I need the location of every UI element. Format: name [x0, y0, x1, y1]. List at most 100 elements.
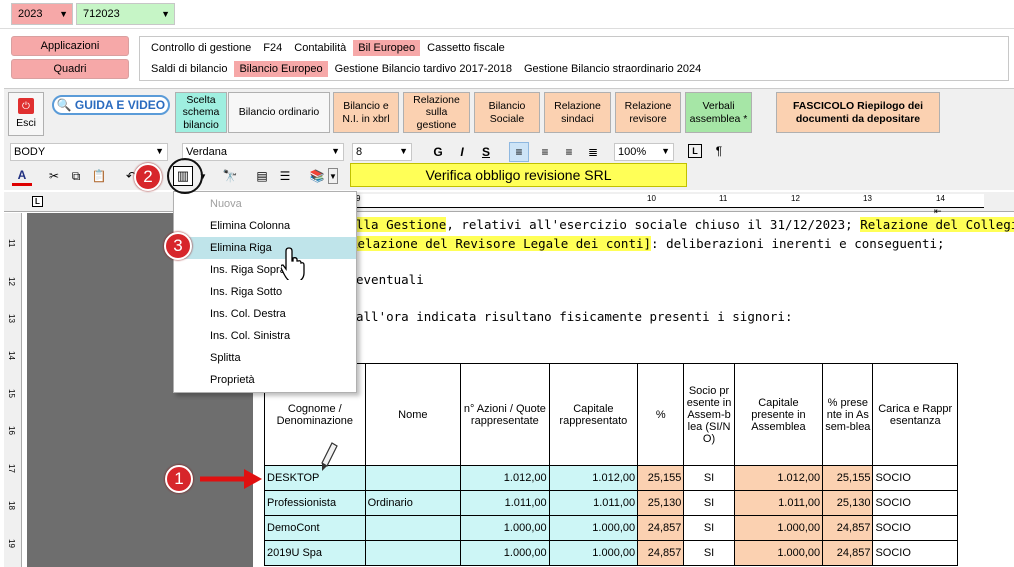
- align-right-icon[interactable]: ≡: [559, 142, 579, 162]
- guida-video-button[interactable]: 🔍 GUIDA E VIDEO: [52, 95, 170, 115]
- menu-item-ins-riga-sopra[interactable]: Ins. Riga Sopra: [174, 259, 356, 281]
- relazione-sindaci-button[interactable]: Relazione sindaci: [544, 92, 611, 133]
- cell-socio-presente[interactable]: SI: [683, 490, 735, 516]
- menu-item-elimina-colonna[interactable]: Elimina Colonna: [174, 215, 356, 237]
- cell-azioni[interactable]: 1.000,00: [460, 540, 550, 566]
- th-percent-presente: % presente in Assem-blea: [822, 363, 874, 466]
- cell-percent-presente[interactable]: 24,857: [822, 515, 874, 541]
- menu-item-proprieta[interactable]: Proprietà: [174, 369, 356, 391]
- cell-percent[interactable]: 24,857: [637, 515, 685, 541]
- cell-capitale[interactable]: 1.012,00: [548, 465, 639, 491]
- cell-nome[interactable]: [364, 465, 462, 491]
- bilancio-sociale-button[interactable]: Bilancio Sociale: [474, 92, 540, 133]
- cell-nome[interactable]: [364, 515, 462, 541]
- cell-capitale[interactable]: 1.000,00: [548, 515, 639, 541]
- font-combo[interactable]: Verdana ▼: [182, 143, 344, 161]
- code-select[interactable]: 712023 ▼: [76, 3, 175, 25]
- menu-cassetto-fiscale[interactable]: Cassetto fiscale: [422, 40, 510, 56]
- cell-percent-presente[interactable]: 25,155: [822, 465, 874, 491]
- verifica-revisione-button[interactable]: Verifica obbligo revisione SRL: [350, 163, 687, 187]
- bold-button[interactable]: G: [429, 143, 447, 161]
- pilcrow-icon[interactable]: ¶: [710, 142, 728, 160]
- cell-carica[interactable]: SOCIO: [872, 515, 958, 541]
- list-icon[interactable]: ☰: [275, 166, 295, 186]
- menu-contabilita[interactable]: Contabilità: [289, 40, 351, 56]
- fascicolo-button[interactable]: FASCICOLO Riepilogo dei documenti da dep…: [776, 92, 940, 133]
- cell-nome[interactable]: [364, 540, 462, 566]
- cell-capitale-presente[interactable]: 1.012,00: [733, 465, 824, 491]
- bilancio-ni-button[interactable]: Bilancio e N.I. in xbrl: [333, 92, 399, 133]
- copy-icon[interactable]: ⧉: [66, 166, 86, 186]
- relazione-gestione-button[interactable]: Relazione sulla gestione: [403, 92, 470, 133]
- font-color-icon[interactable]: A: [12, 166, 32, 186]
- ruler-tab-icon[interactable]: L: [32, 196, 43, 207]
- cell-azioni[interactable]: 1.000,00: [460, 515, 550, 541]
- menu-bilancio-tardivo[interactable]: Gestione Bilancio tardivo 2017-2018: [330, 61, 517, 77]
- italic-button[interactable]: I: [453, 143, 471, 161]
- table-row[interactable]: 2019U Spa 1.000,00 1.000,00 24,857 SI 1.…: [264, 540, 958, 566]
- cell-percent[interactable]: 25,155: [637, 465, 685, 491]
- cell-socio-presente[interactable]: SI: [683, 515, 735, 541]
- find-icon[interactable]: 🔭: [220, 166, 240, 186]
- applicazioni-button[interactable]: Applicazioni: [11, 36, 129, 56]
- relazione-revisore-button[interactable]: Relazione revisore: [615, 92, 681, 133]
- cell-percent-presente[interactable]: 25,130: [822, 490, 874, 516]
- cell-socio-presente[interactable]: SI: [683, 465, 735, 491]
- align-center-icon[interactable]: ≡: [535, 142, 555, 162]
- chevron-down-icon: ▼: [155, 146, 164, 156]
- cell-cognome[interactable]: Professionista: [264, 490, 366, 516]
- cell-capitale[interactable]: 1.000,00: [548, 540, 639, 566]
- cell-capitale[interactable]: 1.011,00: [548, 490, 639, 516]
- bilancio-ordinario-button[interactable]: Bilancio ordinario: [228, 92, 330, 133]
- cell-carica[interactable]: SOCIO: [872, 540, 958, 566]
- cell-cognome[interactable]: DESKTOP: [264, 465, 366, 491]
- cell-cognome[interactable]: 2019U Spa: [264, 540, 366, 566]
- zoom-combo[interactable]: 100% ▼: [614, 143, 674, 161]
- table-row[interactable]: Professionista Ordinario 1.011,00 1.011,…: [264, 490, 958, 516]
- size-combo[interactable]: 8 ▼: [352, 143, 412, 161]
- cell-nome[interactable]: Ordinario: [364, 490, 462, 516]
- cell-socio-presente[interactable]: SI: [683, 540, 735, 566]
- menu-bilancio-europeo[interactable]: Bilancio Europeo: [234, 60, 328, 77]
- paste-icon[interactable]: 📋: [89, 166, 109, 186]
- quadri-button[interactable]: Quadri: [11, 59, 129, 79]
- underline-button[interactable]: S: [477, 143, 495, 161]
- align-justify-icon[interactable]: ≣: [583, 142, 603, 162]
- cell-capitale-presente[interactable]: 1.000,00: [733, 515, 824, 541]
- menu-bilancio-straordinario[interactable]: Gestione Bilancio straordinario 2024: [519, 61, 706, 77]
- verbali-assemblea-button[interactable]: Verbali assemblea *: [685, 92, 752, 133]
- right-indent-marker[interactable]: ⇤: [934, 206, 942, 217]
- cell-capitale-presente[interactable]: 1.011,00: [733, 490, 824, 516]
- cell-percent[interactable]: 24,857: [637, 540, 685, 566]
- tab-stop-icon[interactable]: L: [688, 144, 702, 158]
- year-select[interactable]: 2023 ▼: [11, 3, 73, 25]
- menu-item-elimina-riga[interactable]: Elimina Riga: [174, 237, 356, 259]
- books-dropdown-icon[interactable]: ▼: [328, 168, 338, 184]
- table-row[interactable]: DemoCont 1.000,00 1.000,00 24,857 SI 1.0…: [264, 515, 958, 541]
- table-row[interactable]: DESKTOP 1.012,00 1.012,00 25,155 SI 1.01…: [264, 465, 958, 491]
- scelta-schema-button[interactable]: Scelta schema bilancio: [175, 92, 227, 133]
- menu-f24[interactable]: F24: [258, 40, 287, 56]
- menu-item-ins-col-sinistra[interactable]: Ins. Col. Sinistra: [174, 325, 356, 347]
- cell-azioni[interactable]: 1.011,00: [460, 490, 550, 516]
- cell-carica[interactable]: SOCIO: [872, 490, 958, 516]
- insert-field-icon[interactable]: ▤: [252, 166, 272, 186]
- books-icon[interactable]: 📚: [307, 166, 327, 186]
- cut-icon[interactable]: ✂: [44, 166, 64, 186]
- cell-percent-presente[interactable]: 24,857: [822, 540, 874, 566]
- cell-azioni[interactable]: 1.012,00: [460, 465, 550, 491]
- style-combo[interactable]: BODY ▼: [10, 143, 168, 161]
- cell-capitale-presente[interactable]: 1.000,00: [733, 540, 824, 566]
- menu-item-ins-riga-sotto[interactable]: Ins. Riga Sotto: [174, 281, 356, 303]
- horizontal-ruler: L 9 10 11 12 13 14 ⇤: [4, 192, 1014, 216]
- menu-saldi-bilancio[interactable]: Saldi di bilancio: [146, 61, 232, 77]
- menu-bil-europeo[interactable]: Bil Europeo: [353, 39, 421, 56]
- menu-item-ins-col-destra[interactable]: Ins. Col. Destra: [174, 303, 356, 325]
- cell-percent[interactable]: 25,130: [637, 490, 685, 516]
- menu-item-splitta[interactable]: Splitta: [174, 347, 356, 369]
- cell-cognome[interactable]: DemoCont: [264, 515, 366, 541]
- align-left-icon[interactable]: ≡: [509, 142, 529, 162]
- cell-carica[interactable]: SOCIO: [872, 465, 958, 491]
- esci-button[interactable]: ⏻ Esci: [8, 92, 44, 136]
- menu-controllo-gestione[interactable]: Controllo di gestione: [146, 40, 256, 56]
